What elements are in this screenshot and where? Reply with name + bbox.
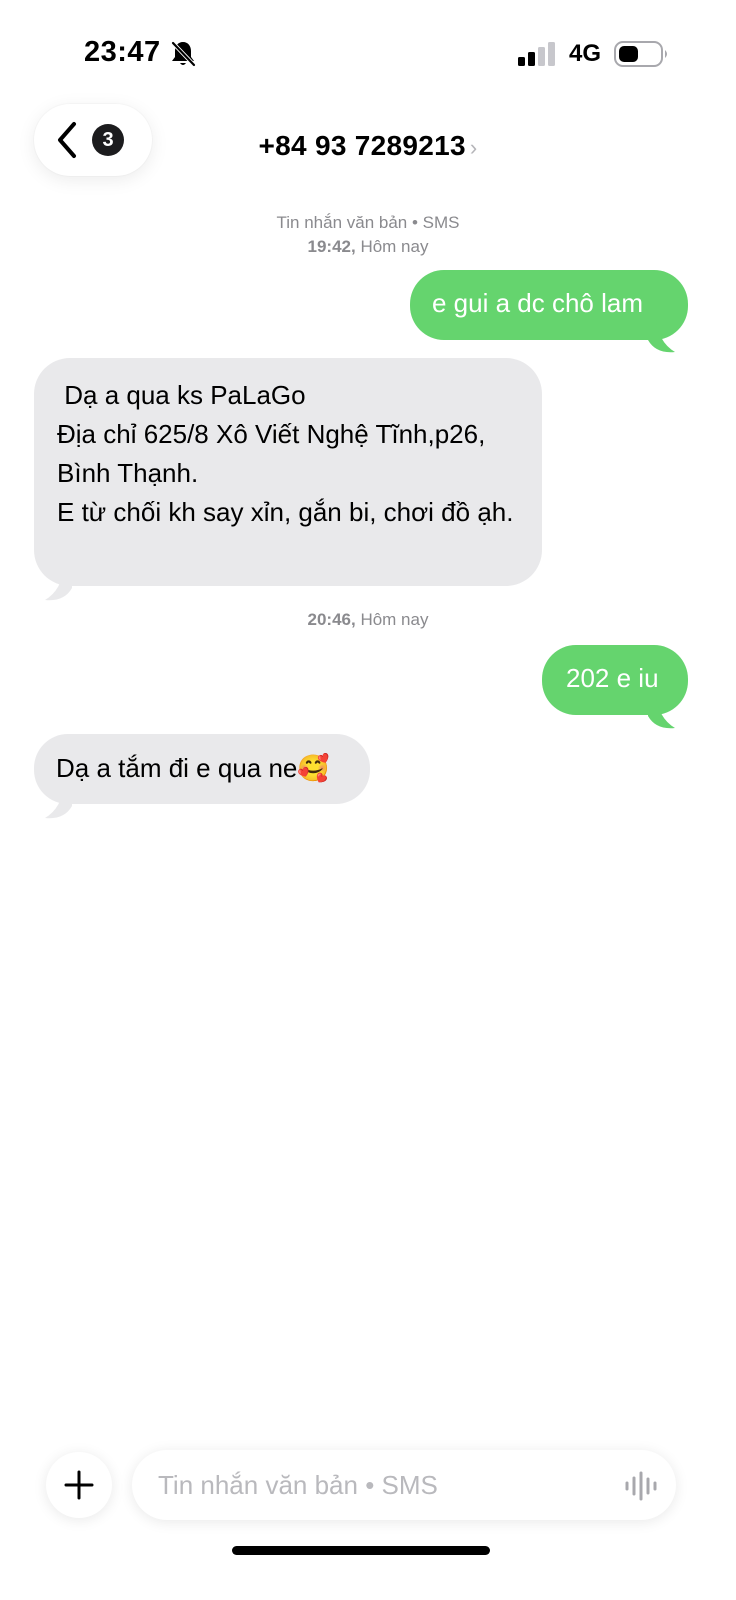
timestamp-day: Hôm nay	[355, 610, 429, 629]
outgoing-message[interactable]: e gui a dc chô lam	[410, 270, 688, 340]
timestamp: 20:46, Hôm nay	[0, 608, 736, 632]
service-label: Tin nhắn văn bản • SMS	[276, 213, 460, 232]
timestamp-time: 20:46,	[307, 610, 356, 629]
timestamp-day: Hôm nay	[355, 237, 429, 256]
message-input[interactable]	[132, 1450, 676, 1520]
plus-icon	[64, 1470, 94, 1500]
network-label: 4G	[569, 40, 602, 67]
signal-icon	[518, 42, 555, 66]
bubble-tail	[45, 566, 72, 601]
contact-number: +84 93 7289213	[258, 130, 466, 161]
home-indicator	[232, 1546, 490, 1555]
status-time: 23:47	[84, 36, 161, 68]
contact-chevron-icon: ›	[469, 135, 478, 160]
conversation-meta: Tin nhắn văn bản • SMS 19:42, Hôm nay	[0, 211, 736, 259]
conversation-meta: 20:46, Hôm nay	[0, 608, 736, 632]
battery-icon	[614, 41, 667, 67]
timestamp: 19:42, Hôm nay	[0, 235, 736, 259]
add-attachment-button[interactable]	[46, 1452, 112, 1518]
bubble-tail	[45, 784, 72, 819]
timestamp-time: 19:42,	[307, 237, 356, 256]
contact-title[interactable]: +84 93 7289213 ›	[0, 130, 736, 162]
bubble-tail	[648, 318, 675, 353]
bubble-tail	[648, 694, 675, 729]
incoming-message[interactable]: Dạ a qua ks PaLaGo Địa chỉ 625/8 Xô Viết…	[34, 358, 542, 586]
incoming-message[interactable]: Dạ a tắm đi e qua ne🥰	[34, 734, 370, 804]
bell-off-icon	[171, 41, 196, 67]
waveform-icon[interactable]	[624, 1470, 658, 1502]
